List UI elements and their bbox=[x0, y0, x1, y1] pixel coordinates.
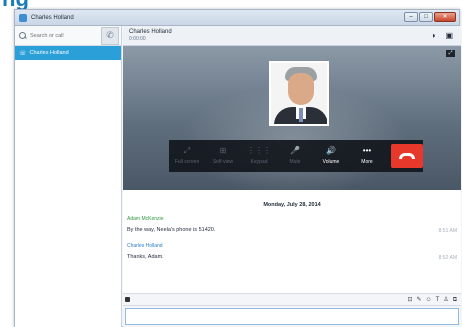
message-author: Charles Holland bbox=[127, 243, 163, 249]
keypad-label: Keypad bbox=[250, 159, 268, 165]
search-row: ✆ bbox=[15, 26, 121, 46]
phone-icon: ✆ bbox=[106, 30, 114, 40]
message-time: 8:51 AM bbox=[438, 228, 457, 234]
volume-button[interactable]: 🔊 Volume bbox=[313, 140, 349, 172]
minimize-button[interactable]: – bbox=[404, 12, 418, 22]
screenshot-icon[interactable]: ⊡ bbox=[407, 296, 412, 304]
screen: ng Charles Holland – □ ✕ ✆ ☏ bbox=[0, 0, 462, 327]
lock-icon bbox=[125, 297, 130, 302]
mic-icon: 🎤 bbox=[290, 146, 300, 155]
more-icon: ••• bbox=[362, 146, 372, 155]
chat-history: Monday, July 28, 2014 Adam McKenzie By t… bbox=[123, 190, 461, 294]
close-button[interactable]: ✕ bbox=[434, 12, 456, 22]
expand-video-icon[interactable]: ⤢ bbox=[446, 50, 455, 57]
window-controls: – □ ✕ bbox=[404, 12, 456, 22]
mute-button[interactable]: 🎤 Mute bbox=[277, 140, 313, 172]
contact-name: Charles Holland bbox=[29, 50, 69, 56]
conversation-pane: Charles Holland 0:00:00 ◑ ▣ ⤢ ⤢ Full scr… bbox=[123, 26, 461, 327]
header-actions: ◑ ▣ bbox=[431, 31, 453, 40]
message-time: 8:52 AM bbox=[438, 255, 457, 261]
save-icon[interactable]: ▣ bbox=[445, 31, 453, 40]
mute-label: Mute bbox=[289, 159, 301, 165]
more-button[interactable]: ••• More bbox=[349, 140, 385, 172]
popout-icon[interactable]: ⧉ bbox=[453, 296, 457, 304]
composer-actions: ⊡ ✎ ☺ T ♙ ⧉ bbox=[407, 296, 457, 304]
selfview-label: Self-view bbox=[212, 159, 234, 165]
contact-item-charles-holland[interactable]: ☏ Charles Holland bbox=[15, 46, 121, 60]
dial-button[interactable]: ✆ bbox=[101, 26, 119, 45]
window-title: Charles Holland bbox=[31, 14, 74, 21]
fullscreen-label: Full screen bbox=[174, 159, 200, 165]
font-icon[interactable]: T bbox=[436, 296, 440, 304]
call-duration: 0:00:00 bbox=[129, 36, 146, 42]
message-author: Adam McKenzie bbox=[127, 216, 164, 222]
call-info: Charles Holland 0:00:00 bbox=[129, 29, 172, 42]
selfview-button[interactable]: ⊞ Self-view bbox=[205, 140, 241, 172]
search-input[interactable] bbox=[30, 32, 90, 39]
more-label: More bbox=[361, 159, 373, 165]
composer bbox=[123, 306, 461, 327]
app-icon bbox=[19, 13, 27, 22]
keypad-button[interactable]: ⋮⋮⋮ Keypad bbox=[241, 140, 277, 172]
contact-status-icon: ☏ bbox=[19, 50, 27, 57]
message-input[interactable] bbox=[125, 308, 459, 325]
title-bar[interactable]: Charles Holland – □ ✕ bbox=[15, 10, 459, 26]
message-text: Thanks, Adam. bbox=[127, 254, 164, 260]
attach-icon[interactable]: ✎ bbox=[416, 296, 421, 304]
contact-photo bbox=[269, 61, 329, 126]
volume-label: Volume bbox=[322, 159, 340, 165]
end-call-button[interactable] bbox=[391, 144, 423, 168]
sidebar: ✆ ☏ Charles Holland bbox=[15, 26, 122, 327]
presence-icon[interactable]: ◑ bbox=[431, 31, 436, 40]
chat-date-separator: Monday, July 28, 2014 bbox=[263, 202, 321, 208]
caller-name: Charles Holland bbox=[129, 29, 172, 35]
composer-toolbar: ⊡ ✎ ☺ T ♙ ⧉ bbox=[123, 294, 461, 306]
video-area: ⤢ ⤢ Full screen ⊞ Self-view ⋮⋮⋮ Keypad 🎤… bbox=[123, 46, 461, 190]
add-person-icon[interactable]: ♙ bbox=[443, 296, 448, 304]
search-box[interactable] bbox=[19, 29, 97, 42]
fullscreen-icon: ⤢ bbox=[183, 146, 191, 155]
app-window: Charles Holland – □ ✕ ✆ ☏ Charles Hollan… bbox=[14, 9, 461, 327]
call-control-bar: ⤢ Full screen ⊞ Self-view ⋮⋮⋮ Keypad 🎤 M… bbox=[169, 140, 423, 172]
maximize-button[interactable]: □ bbox=[419, 12, 433, 22]
selfview-icon: ⊞ bbox=[219, 146, 227, 155]
message-text: By the way, Neela's phone is 51420. bbox=[127, 227, 216, 233]
hang-up-icon bbox=[399, 153, 415, 159]
speaker-icon: 🔊 bbox=[326, 146, 336, 155]
keypad-icon: ⋮⋮⋮ bbox=[247, 146, 271, 155]
search-icon bbox=[19, 31, 27, 40]
emoticon-icon[interactable]: ☺ bbox=[426, 296, 432, 304]
call-header: Charles Holland 0:00:00 ◑ ▣ bbox=[123, 26, 461, 46]
fullscreen-button[interactable]: ⤢ Full screen bbox=[169, 140, 205, 172]
